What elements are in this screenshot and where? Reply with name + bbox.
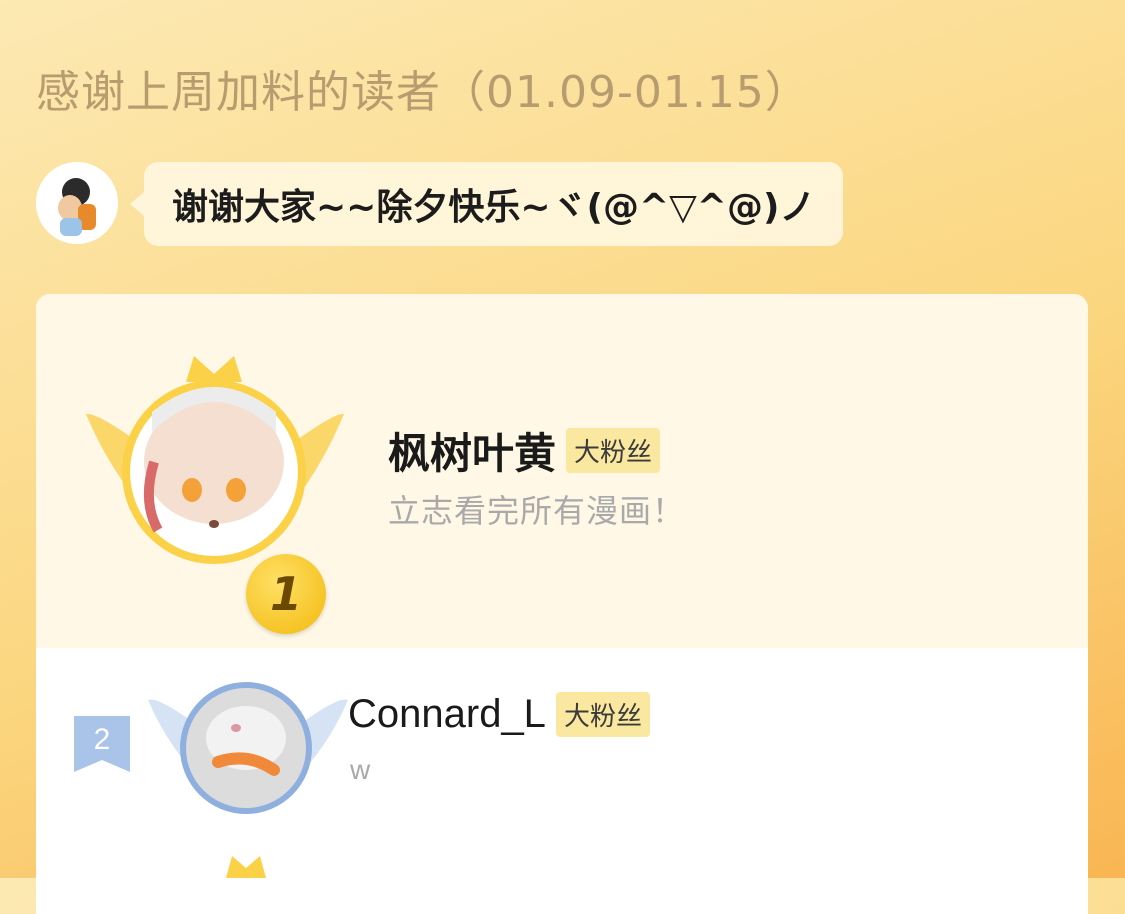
rank-1-avatar[interactable]: 1: [86, 352, 346, 634]
page-title: 感谢上周加料的读者（01.09-01.15）: [36, 67, 810, 118]
author-speech-bubble: 谢谢大家~~除夕快乐~ヾ(@^▽^@)ノ: [129, 162, 844, 246]
rank-2-motto: w: [350, 754, 371, 785]
rank-1-card[interactable]: 1 枫树叶黄 大粉丝 立志看完所有漫画！: [36, 294, 1088, 648]
reader-ranking-panel: 1 枫树叶黄 大粉丝 立志看完所有漫画！ 2 Connard_L 大粉丝 w: [36, 294, 1088, 914]
rank-badge-icon: 1: [246, 554, 326, 634]
rank-1-name-row: 枫树叶黄 大粉丝: [388, 420, 661, 481]
crown-icon: [186, 356, 242, 382]
rank-2-row[interactable]: 2 Connard_L 大粉丝 w: [36, 654, 1088, 814]
author-avatar[interactable]: [36, 162, 118, 244]
rank-2-username[interactable]: Connard_L: [348, 692, 546, 737]
rank-2-name-row: Connard_L 大粉丝: [348, 692, 650, 737]
rank-2-avatar[interactable]: [148, 666, 348, 816]
fan-level-badge: 大粉丝: [566, 428, 661, 473]
rank-1-motto: 立志看完所有漫画！: [388, 492, 686, 530]
crown-icon: [226, 856, 266, 878]
fan-level-badge: 大粉丝: [555, 692, 650, 737]
rank-2-number: 2: [93, 723, 111, 756]
author-message-row: 谢谢大家~~除夕快乐~ヾ(@^▽^@)ノ: [36, 162, 936, 246]
rank-1-username[interactable]: 枫树叶黄: [388, 420, 556, 481]
